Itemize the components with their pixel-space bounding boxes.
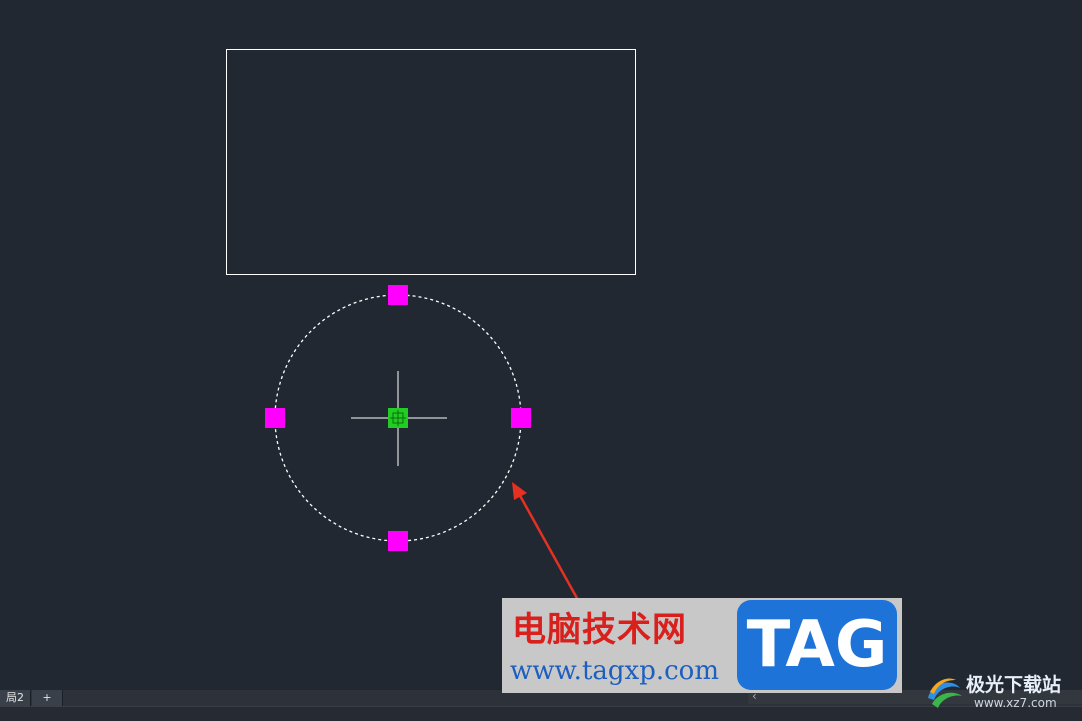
add-layout-tab-button[interactable]: +	[32, 690, 63, 706]
watermark-cn-text: 极光下载站	[966, 674, 1062, 696]
tag-logo-text: TAG	[746, 608, 888, 682]
grip-center[interactable]	[388, 408, 408, 428]
tag-logo: TAG	[737, 600, 897, 690]
watermark-cn-text: 电脑技术网	[512, 610, 687, 650]
grip-top[interactable]	[388, 285, 408, 305]
rectangle-entity[interactable]	[226, 49, 636, 275]
watermark-url: www.tagxp.com	[510, 656, 719, 686]
drawing-canvas[interactable]	[0, 0, 1082, 690]
watermark-xz7: 极光下载站 www.xz7.com	[922, 668, 1082, 718]
grip-bottom[interactable]	[388, 531, 408, 551]
annotation-arrow	[512, 482, 580, 601]
aurora-swirl-logo-icon	[928, 678, 962, 708]
layout-tab-2[interactable]: 局2	[0, 690, 31, 706]
grip-right[interactable]	[511, 408, 531, 428]
watermark-tagxp: 电脑技术网 www.tagxp.com TAG	[502, 598, 902, 693]
status-line	[0, 706, 1082, 721]
grip-left[interactable]	[265, 408, 285, 428]
watermark-url: www.xz7.com	[974, 696, 1057, 710]
bottom-bar: 局2 + ‹	[0, 689, 1082, 721]
